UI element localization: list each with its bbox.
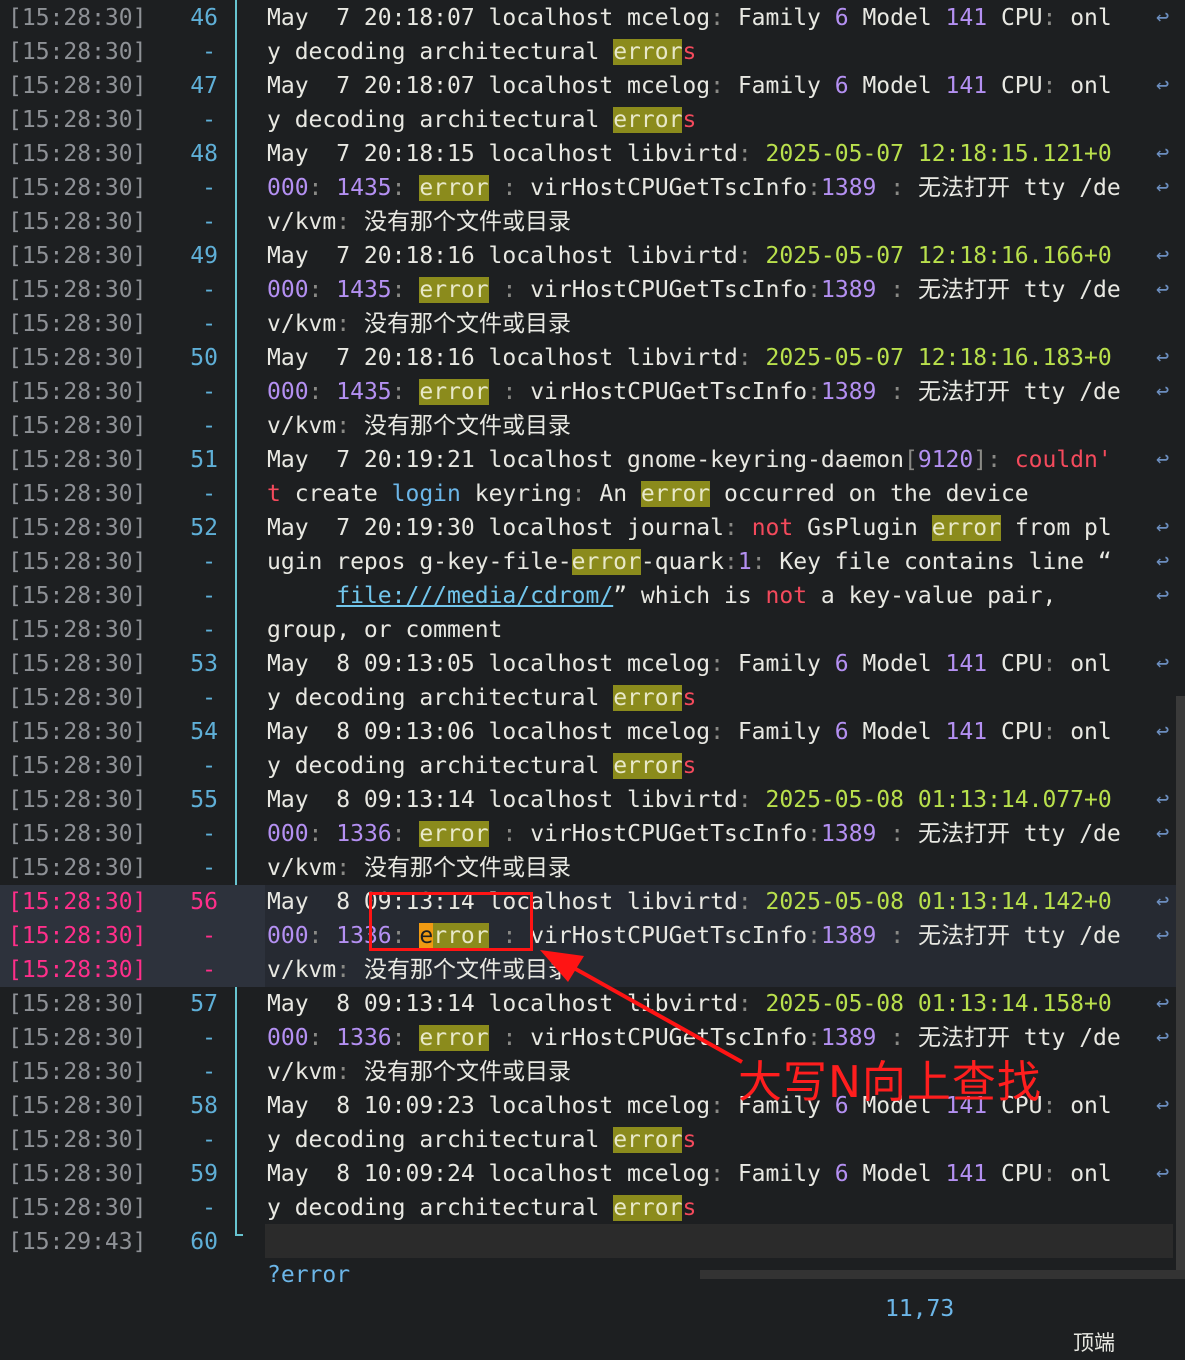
cursor-position: 11,73 [885,1296,955,1322]
annotation-label: 大写N向上查找 [738,1057,1042,1108]
scroll-position: 顶端 [1073,1331,1115,1355]
